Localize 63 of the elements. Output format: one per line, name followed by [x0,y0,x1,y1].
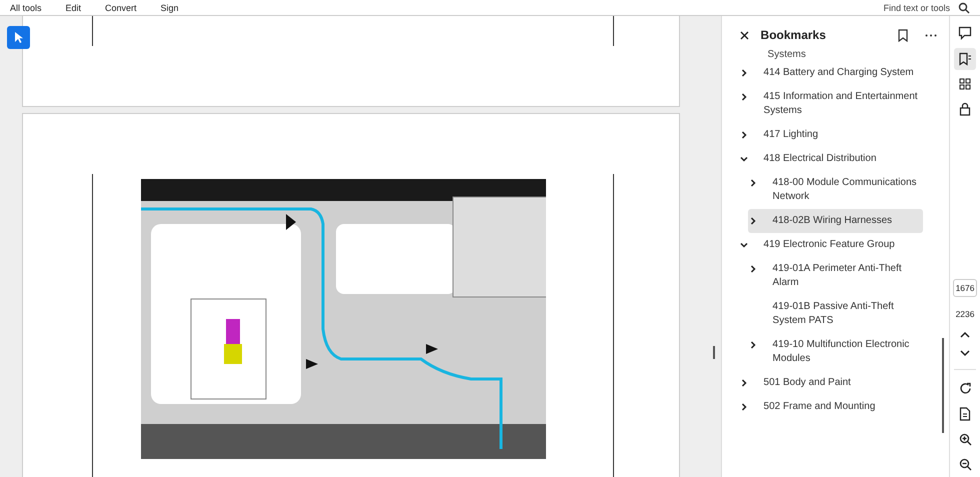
bookmark-item[interactable]: 415 Information and Entertainment Systems [722,85,926,123]
close-icon[interactable] [740,30,749,40]
chevron-icon[interactable] [748,217,757,225]
bookmark-label: 419-10 Multifunction Electronic Modules [772,338,910,366]
page-number-field[interactable]: 1676 [952,279,978,297]
zoom-out-icon[interactable] [958,458,972,471]
bookmark-item[interactable]: 419-01A Perimeter Anti-Theft Alarm [722,257,926,295]
chevron-icon[interactable] [740,131,748,139]
bookmark-label: 419-01B Passive Anti-Theft System PATS [772,300,895,328]
bookmark-item[interactable]: 419-01B Passive Anti-Theft System PATS [722,295,926,333]
comment-icon[interactable] [958,26,972,40]
more-icon[interactable] [925,34,938,36]
chevron-icon[interactable] [740,403,748,411]
menu-item[interactable]: All tools [10,2,42,12]
bookmark-item[interactable]: 418-00 Module Communications Network [722,171,926,209]
bookmark-item[interactable]: 419-10 Multifunction Electronic Modules [722,333,926,371]
bookmark-label: 415 Information and Entertainment Systems [764,90,919,118]
panel-title: Bookmarks [760,28,826,42]
document-icon[interactable] [959,407,972,421]
bookmark-item[interactable]: 418 Electrical Distribution [722,147,926,171]
chevron-icon[interactable] [740,379,748,387]
menu-item[interactable]: Sign [160,2,179,12]
chevron-icon[interactable] [748,265,757,273]
pointer-icon [12,30,24,44]
bookmark-label: 502 Frame and Mounting [764,400,876,414]
bookmark-item[interactable]: 417 Lighting [722,123,926,147]
bookmark-label: 414 Battery and Charging System [764,66,914,80]
bookmark-label: 417 Lighting [764,128,818,142]
bookmark-icon[interactable] [898,28,910,42]
bookmark-item[interactable]: 418-02B Wiring Harnesses [748,209,924,233]
chevron-down-icon[interactable] [960,350,970,357]
scroll-handle[interactable] [712,346,715,359]
bookmark-item[interactable]: 414 Battery and Charging System [722,61,926,85]
lock-icon[interactable] [959,102,972,116]
chevron-icon[interactable] [740,93,748,101]
chevron-icon[interactable] [748,179,757,187]
bookmarks-tab[interactable] [954,48,976,70]
search-field[interactable]: Find text or tools [883,2,950,12]
grid-icon[interactable] [959,78,972,90]
zoom-in-icon[interactable] [958,433,972,446]
search-icon[interactable] [958,2,970,14]
bookmark-label: 418-00 Module Communications Network [772,176,918,204]
page-count: 2236 [956,309,974,319]
bookmark-label: 419 Electronic Feature Group [764,238,895,252]
chevron-icon[interactable] [748,341,757,349]
bookmark-label: 418 Electrical Distribution [764,152,876,166]
bookmark-item[interactable]: 501 Body and Paint [722,371,926,395]
chevron-icon[interactable] [740,241,748,249]
bookmark-item[interactable]: Systems [722,48,926,61]
scrollbar-thumb[interactable] [942,338,944,433]
bookmark-label: 419-01A Perimeter Anti-Theft Alarm [772,262,903,290]
menu-item[interactable]: Edit [66,2,82,12]
bookmark-item[interactable]: 419 Electronic Feature Group [722,233,926,257]
bookmark-label: 501 Body and Paint [764,376,851,390]
rotate-icon[interactable] [958,382,972,395]
bookmark-item[interactable]: 502 Frame and Mounting [722,395,926,419]
menu-item[interactable]: Convert [105,2,137,12]
chevron-up-icon[interactable] [960,331,970,338]
bookmark-list-icon [958,52,972,66]
chevron-icon[interactable] [740,155,748,163]
chevron-icon[interactable] [740,69,748,77]
select-tool-button[interactable] [7,26,30,49]
bookmark-label: 418-02B Wiring Harnesses [772,214,892,228]
